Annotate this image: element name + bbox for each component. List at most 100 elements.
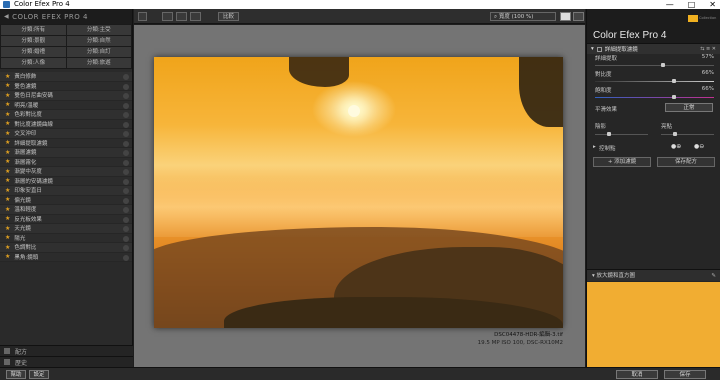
history-section[interactable]: 歷史 <box>0 356 133 367</box>
expand-arrow-icon[interactable]: ▾ <box>591 46 594 52</box>
favorite-star-icon[interactable]: ★ <box>5 120 10 127</box>
single-view-icon[interactable] <box>162 12 173 21</box>
category-button[interactable]: 分類:景觀 <box>1 36 66 46</box>
filter-preview-icon[interactable] <box>123 159 129 166</box>
filter-preview-icon[interactable] <box>123 207 129 213</box>
pin-icon[interactable]: ✎ <box>711 270 716 282</box>
favorite-star-icon[interactable]: ★ <box>5 158 10 165</box>
favorite-star-icon[interactable]: ★ <box>5 111 10 118</box>
filter-preview-icon[interactable] <box>123 178 129 185</box>
shadows-knob[interactable] <box>607 132 611 136</box>
filter-preview-icon[interactable] <box>123 245 129 251</box>
category-button[interactable]: 分類:自訂 <box>66 47 131 57</box>
filter-preview-icon[interactable] <box>123 235 129 242</box>
filter-list-item[interactable]: ★ 黃白修飾 <box>0 72 132 82</box>
filter-section-header[interactable]: ▾ 詳細提取濾鏡 ⇆ ≡ ✕ <box>587 43 720 54</box>
filter-preview-icon[interactable] <box>123 102 129 109</box>
filter-list-item[interactable]: ★ 漸變中灰度 <box>0 167 132 177</box>
favorite-star-icon[interactable]: ★ <box>5 244 10 251</box>
favorite-star-icon[interactable]: ★ <box>5 225 10 232</box>
help-button[interactable]: 幫助 <box>6 370 26 379</box>
recipes-section[interactable]: 配方 <box>0 345 133 356</box>
favorite-star-icon[interactable]: ★ <box>5 92 10 99</box>
filter-preview-icon[interactable] <box>123 83 129 90</box>
slider-track[interactable] <box>595 97 714 98</box>
highlights-slider[interactable] <box>661 134 714 135</box>
minimize-button[interactable]: — <box>666 0 674 9</box>
loupe-toggle-icon[interactable] <box>560 12 571 21</box>
favorite-star-icon[interactable]: ★ <box>5 253 10 260</box>
filter-preview-icon[interactable] <box>123 226 129 232</box>
side-by-side-view-icon[interactable] <box>190 12 201 21</box>
category-button[interactable]: 分類:自然 <box>66 36 131 46</box>
filter-preview-icon[interactable] <box>123 150 129 156</box>
filter-preview-icon[interactable] <box>123 121 129 128</box>
add-filter-button[interactable]: + 添加濾鏡 <box>593 157 651 167</box>
favorite-star-icon[interactable]: ★ <box>5 215 10 222</box>
filter-preview-icon[interactable] <box>123 112 129 118</box>
slider-track[interactable] <box>595 65 714 66</box>
settings-button[interactable]: 設定 <box>29 370 49 379</box>
control-points-arrow-icon[interactable]: ▸ <box>593 144 596 150</box>
filter-menu-icon[interactable]: ⇆ ≡ ✕ <box>700 46 716 52</box>
filter-preview-icon[interactable] <box>123 197 129 204</box>
category-button[interactable]: 分類:所有 <box>1 25 66 35</box>
filter-list-item[interactable]: ★ 漸層濾鏡 <box>0 148 132 158</box>
slider-knob[interactable] <box>661 63 666 67</box>
browser-toggle-icon[interactable] <box>138 12 147 21</box>
filter-preview-icon[interactable] <box>123 140 129 147</box>
collapse-arrow-icon[interactable]: ◀ <box>4 13 9 20</box>
filter-preview-icon[interactable] <box>123 216 129 223</box>
filter-list-item[interactable]: ★ 天光鏡 <box>0 224 132 234</box>
filter-list-item[interactable]: ★ 印象安直日 <box>0 186 132 196</box>
category-button[interactable]: 分類:人像 <box>1 58 66 68</box>
favorite-star-icon[interactable]: ★ <box>5 234 10 241</box>
shadows-slider[interactable] <box>595 134 648 135</box>
filter-list-item[interactable]: ★ 對比度濾鏡曲線 <box>0 119 132 129</box>
split-view-icon[interactable] <box>176 12 187 21</box>
filter-list-item[interactable]: ★ 反光板效果 <box>0 214 132 224</box>
filter-list-item[interactable]: ★ 色彩對比度 <box>0 110 132 120</box>
maximize-button[interactable]: □ <box>688 0 696 9</box>
category-button[interactable]: 分類:婚禮 <box>1 47 66 57</box>
save-recipe-button[interactable]: 保存配方 <box>657 157 715 167</box>
favorite-star-icon[interactable]: ★ <box>5 101 10 108</box>
filter-preview-icon[interactable] <box>123 254 129 261</box>
filter-preview-icon[interactable] <box>123 169 129 175</box>
mode-select[interactable]: 正常 <box>665 103 713 112</box>
filter-list-item[interactable]: ★ 明亮/溫暖 <box>0 100 132 110</box>
filter-list-item[interactable]: ★ 陽光 <box>0 233 132 243</box>
favorite-star-icon[interactable]: ★ <box>5 130 10 137</box>
filter-preview-icon[interactable] <box>123 74 129 80</box>
zoom-select[interactable]: ⌕ 寬度 (100 %) <box>490 12 556 21</box>
filter-list-item[interactable]: ★ 雙色日尼曲安碼 <box>0 91 132 101</box>
favorite-star-icon[interactable]: ★ <box>5 149 10 156</box>
favorite-star-icon[interactable]: ★ <box>5 206 10 213</box>
cancel-button[interactable]: 取消 <box>616 370 658 379</box>
filter-preview-icon[interactable] <box>123 93 129 99</box>
filter-list-item[interactable]: ★ 偏光鏡 <box>0 195 132 205</box>
filter-list-item[interactable]: ★ 詳細提取濾鏡 <box>0 138 132 148</box>
slider-track[interactable] <box>595 81 714 82</box>
favorite-star-icon[interactable]: ★ <box>5 168 10 175</box>
category-button[interactable]: 分類:主受 <box>66 25 131 35</box>
filter-list-item[interactable]: ★ 漸層的安碼濾鏡 <box>0 176 132 186</box>
favorite-star-icon[interactable]: ★ <box>5 82 10 89</box>
filter-list-item[interactable]: ★ 色調對比 <box>0 243 132 253</box>
close-button[interactable]: ✕ <box>709 0 716 9</box>
highlights-knob[interactable] <box>673 132 677 136</box>
filter-preview-icon[interactable] <box>123 131 129 137</box>
image-canvas[interactable]: DSC04478-HDR-編輯-3.tif 19.5 MP ISO 100, D… <box>134 25 585 367</box>
favorite-star-icon[interactable]: ★ <box>5 177 10 184</box>
compare-button[interactable]: 比較 <box>218 12 240 21</box>
slider-knob[interactable] <box>672 79 677 83</box>
filter-list-item[interactable]: ★ 雙色濾鏡 <box>0 81 132 91</box>
filter-enable-checkbox[interactable] <box>596 46 602 52</box>
save-button[interactable]: 保存 <box>664 370 706 379</box>
filter-list-item[interactable]: ★ 漸層霧化 <box>0 157 132 167</box>
favorite-star-icon[interactable]: ★ <box>5 73 10 80</box>
favorite-star-icon[interactable]: ★ <box>5 139 10 146</box>
remove-control-point-icon[interactable]: ●⊖ <box>694 143 704 150</box>
favorite-star-icon[interactable]: ★ <box>5 196 10 203</box>
category-button[interactable]: 分類:旅遊 <box>66 58 131 68</box>
